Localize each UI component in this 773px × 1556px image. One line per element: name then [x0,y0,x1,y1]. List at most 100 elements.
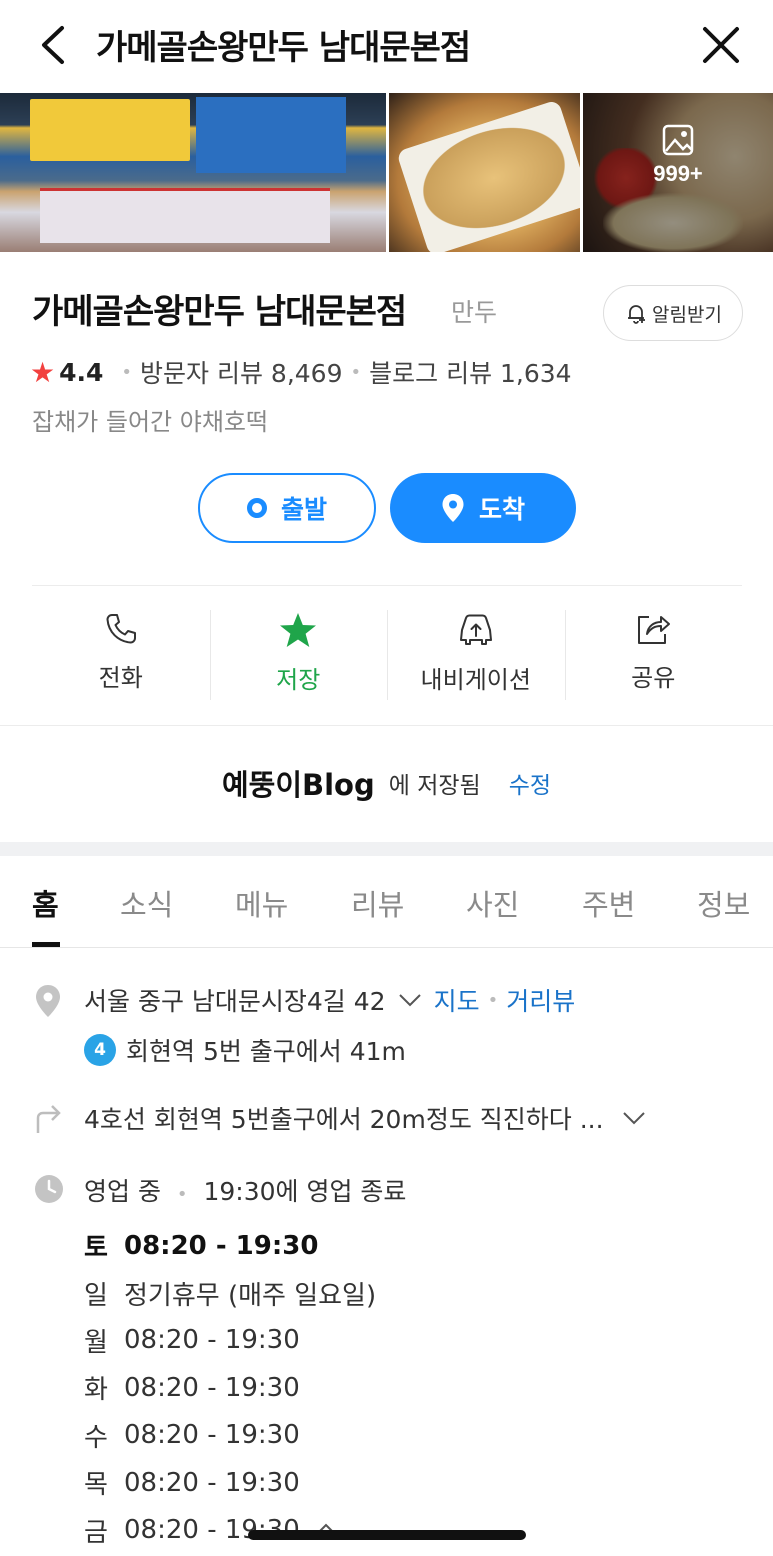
visitor-reviews-link[interactable]: 방문자 리뷰 8,469 [140,354,342,390]
hours-time: 정기휴무 (매주 일요일) [124,1280,377,1311]
car-icon [459,614,492,645]
share-icon [638,616,671,644]
hours-row: 토 08:20 - 19:30 [84,1222,376,1269]
photo-strip: 999+ [0,93,773,252]
start-label: 출발 [280,495,327,524]
hours-day: 금 [84,1517,108,1548]
tab-photos[interactable]: 사진 [466,882,519,924]
arrive-label: 도착 [478,495,525,524]
subway-line-badge: 4 [84,1034,116,1066]
saved-list-row: 예뚱이Blog 에 저장됨 수정 [0,755,773,811]
street-view-link[interactable]: 거리뷰 [506,982,575,1018]
saved-list-name[interactable]: 예뚱이Blog [222,762,375,804]
hours-day: 수 [84,1422,108,1453]
origin-dot-icon [246,498,267,518]
divider [0,725,773,726]
call-label: 전화 [98,664,143,692]
home-indicator [248,1530,526,1540]
navigation-label: 내비게이션 [420,666,531,694]
address-text[interactable]: 서울 중구 남대문시장4길 42 [84,982,386,1018]
map-link[interactable]: 지도 [434,982,480,1018]
hours-time: 08:20 - 19:30 [124,1325,300,1356]
section-gap [0,842,773,856]
separator-dot: • [121,361,133,383]
separator-dot: • [487,989,499,1011]
phone-icon [106,614,136,644]
star-icon [280,613,317,647]
close-button[interactable] [698,22,744,68]
arrive-button[interactable]: 도착 [390,473,576,543]
hours-day: 월 [84,1327,108,1358]
edit-saved-link[interactable]: 수정 [509,766,551,800]
shop-sign-graphic [30,99,190,161]
bell-plus-icon [628,305,646,324]
hours-list: 토 08:20 - 19:30 일 정기휴무 (매주 일요일) 월 08:20 … [84,1222,376,1554]
storefront-photo[interactable] [0,93,386,252]
hours-day: 일 [84,1280,108,1311]
closing-time: 19:30에 영업 종료 [203,1177,407,1206]
hours-day: 화 [84,1375,108,1406]
image-icon [662,124,694,156]
chevron-left-icon [42,26,64,64]
active-tab-indicator [32,942,60,947]
hours-row: 일 정기휴무 (매주 일요일) [84,1269,376,1316]
subway-text: 회현역 5번 출구에서 41m [126,1037,406,1066]
shop-sign-graphic [196,97,346,173]
action-bar: 전화 저장 내비게이션 공유 [32,604,742,704]
directions-text: 4호선 회현역 5번출구에서 20m정도 직진하다 ... [84,1105,604,1134]
plate-graphic [396,99,580,252]
hours-time: 08:20 - 19:30 [124,1230,319,1261]
photo-count: 999+ [653,161,703,186]
business-status-row: 영업 중 • 19:30에 영업 종료 [84,1172,406,1208]
banner-graphic [40,188,330,243]
hours-row: 수 08:20 - 19:30 [84,1412,376,1459]
clock-icon [35,1175,63,1203]
navigation-action[interactable]: 내비게이션 [387,604,565,704]
saved-suffix: 에 저장됨 [388,773,481,799]
share-label: 공유 [631,664,676,692]
call-action[interactable]: 전화 [32,604,210,704]
place-category: 만두 [451,298,498,327]
rating-score: 4.4 [59,357,104,387]
back-button[interactable] [30,22,76,68]
directions-row[interactable]: 4호선 회현역 5번출구에서 20m정도 직진하다 ... [84,1100,646,1136]
hours-time: 08:20 - 19:30 [124,1420,300,1451]
hours-row: 화 08:20 - 19:30 [84,1364,376,1411]
tab-nearby[interactable]: 주변 [582,882,635,924]
tab-bar: 홈 소식 메뉴 리뷰 사진 주변 정보 [0,856,773,948]
separator-dot: • [350,361,362,383]
notification-button[interactable]: 알림받기 [603,285,743,341]
dumpling-photo[interactable] [389,93,580,252]
hours-day: 토 [84,1233,108,1264]
divider [32,585,742,586]
chevron-down-icon[interactable] [622,1111,646,1125]
star-icon: ★ [30,355,56,389]
tab-home[interactable]: 홈 [32,882,59,924]
tab-info[interactable]: 정보 [697,882,750,924]
share-action[interactable]: 공유 [564,604,743,704]
rating-row: ★ 4.4 • 방문자 리뷰 8,469 • 블로그 리뷰 1,634 [30,354,572,390]
save-label: 저장 [276,666,321,694]
top-bar: 가메골손왕만두 남대문본점 [0,0,773,92]
start-button[interactable]: 출발 [198,473,376,543]
location-pin-icon [442,494,464,522]
open-status: 영업 중 [84,1177,161,1206]
place-name: 가메골손왕만두 남대문본점 [32,292,407,332]
separator-dot: • [176,1184,188,1205]
blog-reviews-link[interactable]: 블로그 리뷰 1,634 [369,354,571,390]
subway-row: 4 회현역 5번 출구에서 41m [84,1032,406,1068]
close-icon [703,27,739,63]
tab-news[interactable]: 소식 [120,882,173,924]
chevron-down-icon[interactable] [398,993,422,1007]
hours-time: 08:20 - 19:30 [124,1467,300,1498]
photo-count-group: 999+ [583,123,773,187]
more-photos-tile[interactable]: 999+ [583,93,773,252]
tab-reviews[interactable]: 리뷰 [351,882,404,924]
tab-menu[interactable]: 메뉴 [235,882,288,924]
hours-day: 목 [84,1470,108,1501]
save-action[interactable]: 저장 [209,604,388,704]
hours-row: 월 08:20 - 19:30 [84,1317,376,1364]
address-row: 서울 중구 남대문시장4길 42 지도 • 거리뷰 [84,982,575,1018]
page-title: 가메골손왕만두 남대문본점 [96,28,471,68]
location-pin-icon [36,985,60,1017]
